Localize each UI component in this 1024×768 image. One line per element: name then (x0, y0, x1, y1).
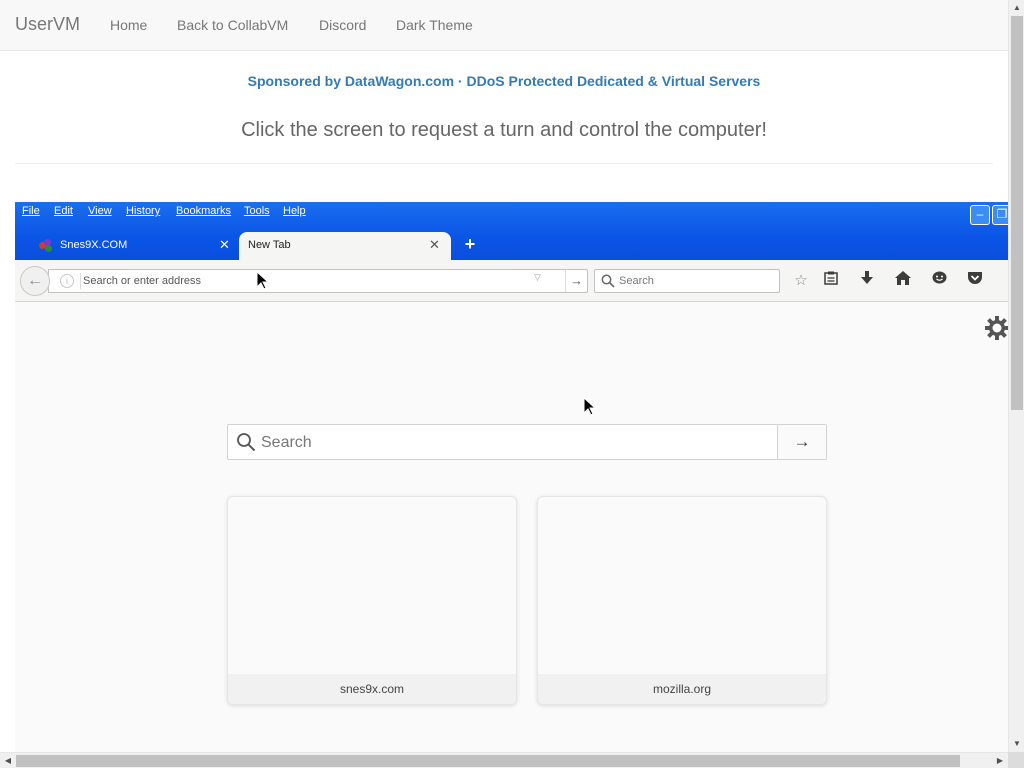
plus-icon[interactable]: + (460, 234, 480, 254)
bookmark-star-icon[interactable]: ☆ (791, 271, 811, 291)
turn-instruction: Click the screen to request a turn and c… (241, 119, 767, 141)
divider (15, 163, 993, 164)
menu-file[interactable]: File (22, 205, 40, 217)
home-icon[interactable] (893, 271, 913, 291)
nav-home-link[interactable]: Home (110, 17, 147, 33)
back-arrow-icon[interactable]: ← (20, 266, 50, 296)
browser-toolbar: i Search or enter address ▽ → ← Search ☆ (15, 260, 1008, 302)
chat-icon[interactable] (929, 271, 949, 291)
brand-link[interactable]: UserVM (15, 14, 80, 35)
sponsor-link[interactable]: Sponsored by DataWagon.com · DDoS Protec… (0, 73, 1008, 89)
tab-label: New Tab (248, 239, 291, 251)
menu-history[interactable]: History (126, 205, 160, 217)
info-icon[interactable]: i (60, 274, 74, 288)
snes9x-favicon-icon (39, 239, 53, 252)
menu-tools[interactable]: Tools (244, 205, 270, 217)
scroll-down-icon[interactable]: ▼ (1009, 736, 1024, 752)
menu-view[interactable]: View (88, 205, 112, 217)
tab-label: Snes9X.COM (60, 239, 128, 251)
menu-bookmarks[interactable]: Bookmarks (176, 205, 231, 217)
nav-dark-theme-link[interactable]: Dark Theme (396, 17, 473, 33)
search-icon (601, 274, 615, 288)
gear-icon[interactable] (985, 316, 1008, 340)
page-horizontal-scrollbar[interactable]: ◀ ▶ (0, 752, 1008, 768)
tile-label: snes9x.com (228, 674, 516, 704)
mouse-cursor-icon (257, 272, 269, 290)
dropdown-icon[interactable]: ▽ (534, 272, 541, 283)
top-site-tile-mozilla[interactable]: mozilla.org (537, 496, 827, 705)
close-icon[interactable]: ✕ (429, 237, 440, 253)
scrollbar-thumb[interactable] (1011, 16, 1023, 410)
top-site-tile-snes9x[interactable]: snes9x.com (227, 496, 517, 705)
menu-help[interactable]: Help (283, 205, 306, 217)
scroll-up-icon[interactable]: ▲ (1009, 0, 1024, 16)
scroll-right-icon[interactable]: ▶ (992, 753, 1008, 768)
nav-back-to-collabvm-link[interactable]: Back to CollabVM (177, 17, 288, 33)
nav-discord-link[interactable]: Discord (319, 17, 366, 33)
url-separator (80, 273, 81, 289)
url-input[interactable]: Search or enter address (83, 275, 201, 287)
tab-snes9x[interactable]: Snes9X.COM ✕ (23, 232, 235, 260)
tab-new-tab[interactable]: New Tab ✕ (239, 232, 451, 260)
ntp-search-placeholder: Search (261, 434, 312, 451)
scroll-left-icon[interactable]: ◀ (0, 753, 16, 768)
ntp-search-box[interactable]: Search → (227, 424, 827, 460)
scrollbar-thumb[interactable] (16, 755, 960, 767)
scrollbar-corner (1008, 752, 1024, 768)
site-navbar: UserVM Home Back to CollabVM Discord Dar… (0, 0, 1008, 51)
reading-list-icon[interactable] (821, 271, 841, 291)
tile-label: mozilla.org (538, 674, 826, 704)
search-placeholder: Search (619, 275, 654, 287)
search-icon (237, 433, 256, 452)
pocket-icon[interactable] (965, 271, 985, 291)
restore-icon[interactable]: ❐ (992, 205, 1008, 225)
vm-screen[interactable]: File Edit View History Bookmarks Tools H… (15, 202, 1008, 752)
download-icon[interactable] (857, 271, 877, 291)
mouse-cursor-icon (584, 398, 596, 416)
close-icon[interactable]: ✕ (219, 237, 230, 253)
go-arrow-icon[interactable]: → (777, 425, 826, 459)
minimize-icon[interactable]: – (970, 205, 990, 225)
browser-search-bar[interactable]: Search (594, 269, 780, 293)
browser-titlebar: File Edit View History Bookmarks Tools H… (15, 202, 1008, 260)
go-arrow-icon[interactable]: → (565, 270, 587, 292)
menu-edit[interactable]: Edit (54, 205, 73, 217)
page-vertical-scrollbar[interactable]: ▲ ▼ (1008, 0, 1024, 752)
url-bar[interactable]: i Search or enter address ▽ → (48, 269, 588, 293)
